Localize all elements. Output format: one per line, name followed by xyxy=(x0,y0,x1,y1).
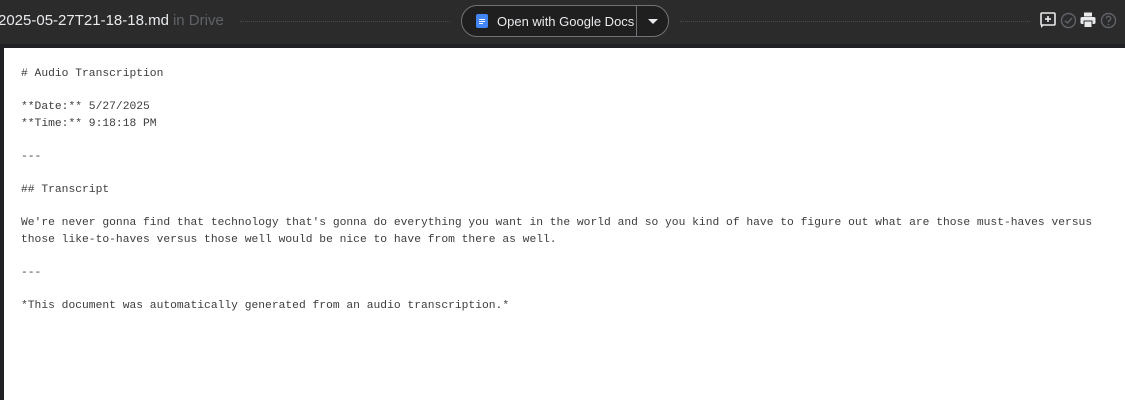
document-line: **Time:** 9:18:18 PM xyxy=(21,117,157,130)
document-line: --- xyxy=(21,150,42,163)
document-line: --- xyxy=(21,267,42,280)
file-title: 2025-05-27T21-18-18.md in Drive xyxy=(0,12,224,29)
document-line: ## Transcript xyxy=(21,184,110,197)
document-line: *This document was automatically generat… xyxy=(21,300,510,313)
document-line xyxy=(21,282,1092,299)
document-line xyxy=(21,249,1092,266)
document-line: # Audio Transcription xyxy=(21,68,164,80)
add-comment-icon[interactable] xyxy=(1038,10,1058,30)
document-line xyxy=(21,83,1092,100)
open-with-dropdown-button[interactable] xyxy=(637,6,668,36)
open-with-button-group: Open with Google Docs xyxy=(461,5,669,37)
toolbar-divider-left xyxy=(240,21,450,22)
toolbar-divider-right xyxy=(680,21,1030,22)
open-with-google-docs-button[interactable]: Open with Google Docs xyxy=(462,6,636,36)
document-line: We're never gonna find that technology t… xyxy=(21,217,1093,230)
document-line xyxy=(21,132,1092,149)
document-line: **Date:** 5/27/2025 xyxy=(21,101,150,114)
checkmark-circle-icon[interactable] xyxy=(1058,10,1078,30)
open-with-label: Open with Google Docs xyxy=(497,13,635,29)
document-text: # Audio Transcription **Date:** 5/27/2025… xyxy=(21,66,1092,315)
file-name: 2025-05-27T21-18-18.md xyxy=(0,12,169,29)
document-line xyxy=(21,166,1092,183)
toolbar-icons xyxy=(1038,10,1118,30)
print-icon[interactable] xyxy=(1078,10,1098,30)
document-line xyxy=(21,199,1092,216)
file-location[interactable]: in Drive xyxy=(173,12,224,29)
google-docs-icon xyxy=(476,14,488,28)
help-icon[interactable] xyxy=(1098,10,1118,30)
chevron-down-icon xyxy=(647,18,658,24)
top-bar: 2025-05-27T21-18-18.md in Drive Open with… xyxy=(0,0,1125,44)
document-line: those like-to-haves versus those well wo… xyxy=(21,233,557,246)
document-viewer[interactable]: # Audio Transcription **Date:** 5/27/2025… xyxy=(4,48,1125,400)
